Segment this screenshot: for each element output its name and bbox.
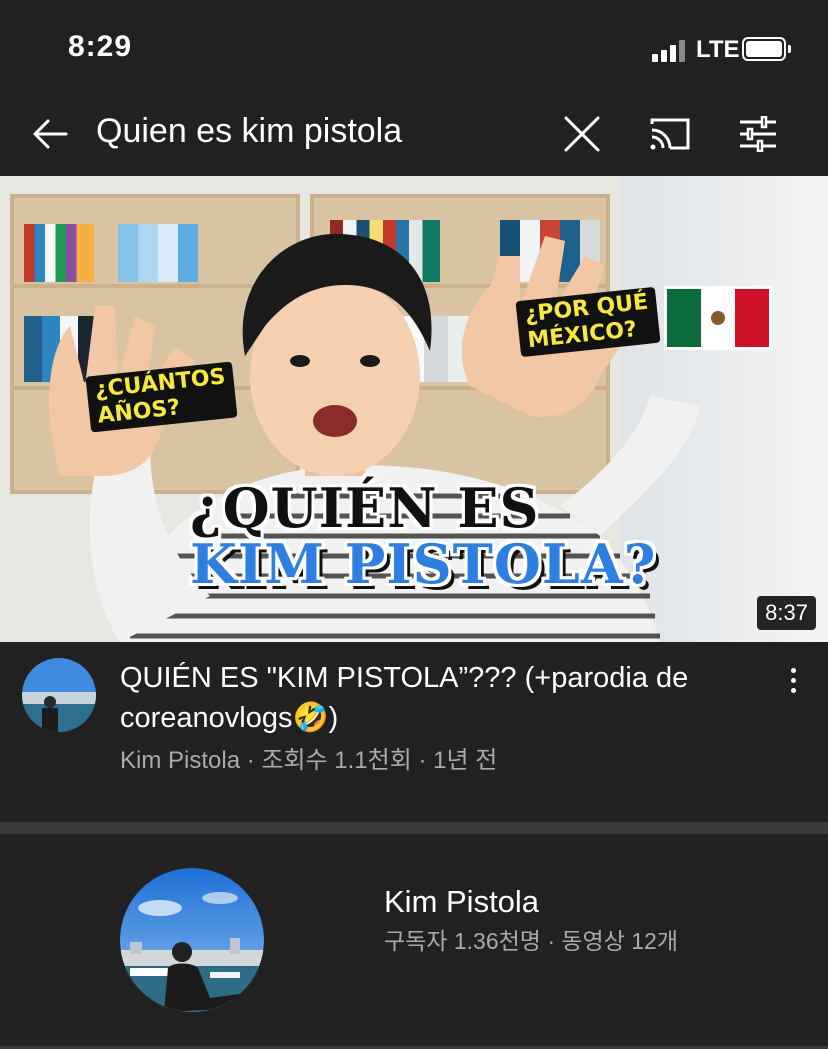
search-query[interactable]: Quien es kim pistola — [96, 112, 402, 151]
video-title[interactable]: QUIÉN ES "KIM PISTOLA”??? (+parodia de c… — [120, 658, 740, 738]
video-meta: Kim Pistola · 조회수 1.1천회 · 1년 전 — [120, 747, 498, 774]
back-button[interactable] — [22, 106, 78, 162]
filter-sliders-icon — [740, 116, 776, 152]
video-info[interactable]: QUIÉN ES "KIM PISTOLA”??? (+parodia de c… — [0, 642, 828, 822]
battery-icon — [742, 37, 791, 61]
avatar-image — [22, 658, 96, 732]
clear-search-button[interactable] — [552, 104, 612, 164]
channel-meta: 구독자 1.36천명 · 동영상 12개 — [384, 928, 679, 954]
cast-button[interactable] — [640, 104, 700, 164]
avatar-image — [120, 868, 264, 1012]
channel-name[interactable]: Kim Pistola — [384, 884, 539, 920]
video-duration-badge: 8:37 — [757, 596, 816, 630]
status-time: 8:29 — [68, 30, 133, 63]
close-icon — [564, 116, 600, 152]
section-divider — [0, 822, 828, 834]
signal-icon — [652, 40, 688, 62]
channel-avatar-small[interactable] — [22, 658, 96, 732]
network-label: LTE — [696, 36, 740, 63]
search-header: Quien es kim pistola — [0, 96, 828, 176]
back-arrow-icon — [33, 119, 68, 149]
mexico-flag-icon — [664, 286, 772, 350]
channel-result[interactable]: Kim Pistola 구독자 1.36천명 · 동영상 12개 — [0, 834, 828, 1049]
cast-icon — [650, 118, 690, 150]
more-vert-icon[interactable] — [776, 660, 810, 700]
video-thumbnail[interactable]: ¿CUÁNTOS AÑOS? ¿POR QUÉ MÉXICO? ¿QUIÉN E… — [0, 176, 828, 642]
channel-avatar-large[interactable] — [120, 868, 264, 1012]
filter-button[interactable] — [728, 104, 788, 164]
status-bar: 8:29 LTE — [0, 0, 828, 96]
thumbnail-headline-line2: KIM PISTOLA? — [190, 532, 657, 596]
thumbnail-headline-line1: ¿QUIÉN ES — [190, 476, 540, 540]
